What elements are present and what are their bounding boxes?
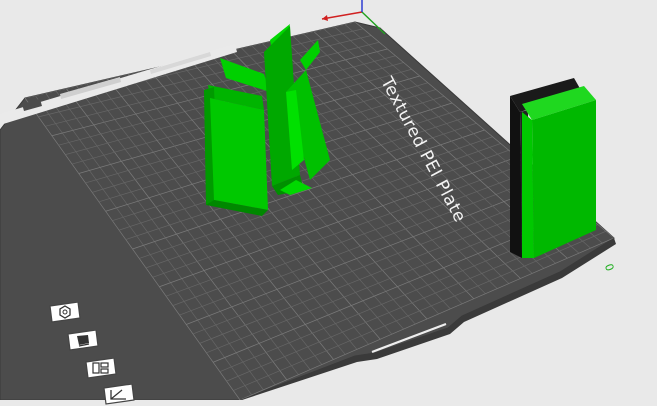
nut-icon[interactable] [48, 302, 82, 324]
measure-icon[interactable] [102, 384, 136, 406]
bed-toolbar [44, 300, 154, 405]
bed-type-icon[interactable] [66, 330, 100, 352]
3d-viewport[interactable]: Textured PEI Plate 0 [0, 0, 657, 405]
model-block[interactable] [510, 78, 596, 258]
layout-icon[interactable] [84, 358, 118, 380]
